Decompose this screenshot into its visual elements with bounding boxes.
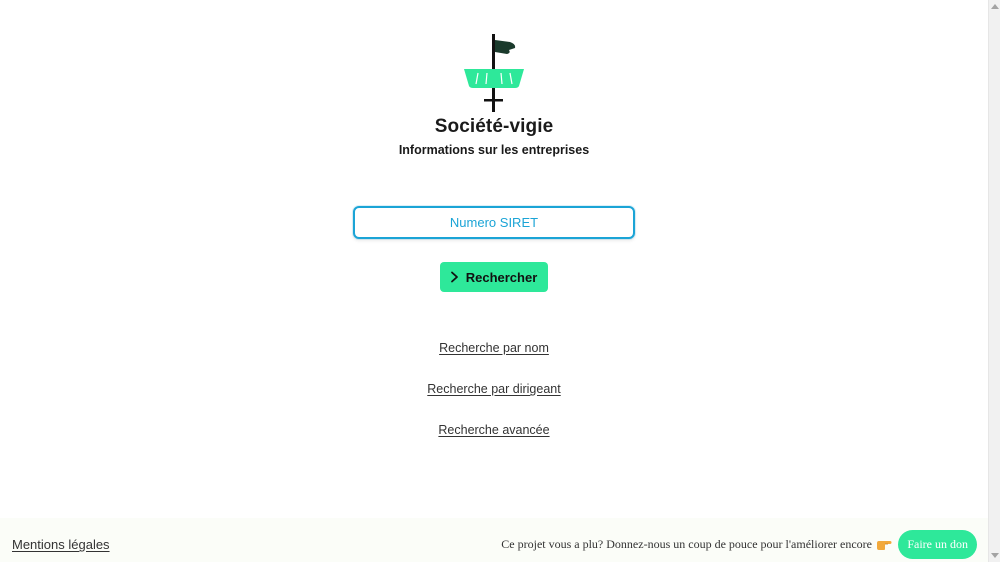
brand-title: Société-vigie (434, 116, 554, 137)
main-content: Société-vigie Informations sur les entre… (0, 0, 988, 438)
promo-text: Ce projet vous a plu? Donnez-nous un cou… (501, 537, 872, 551)
search-links: Recherche par nom Recherche par dirigean… (427, 341, 560, 438)
search-button[interactable]: Rechercher (439, 262, 549, 292)
link-search-by-name[interactable]: Recherche par nom (439, 341, 549, 356)
link-search-by-director[interactable]: Recherche par dirigeant (427, 382, 560, 397)
scroll-up-arrow-icon[interactable] (991, 4, 999, 9)
link-advanced-search[interactable]: Recherche avancée (438, 423, 549, 438)
scroll-down-arrow-icon[interactable] (991, 553, 999, 558)
siret-search-input[interactable] (353, 206, 635, 239)
vertical-scrollbar[interactable] (988, 0, 1000, 562)
search-button-label: Rechercher (465, 269, 538, 285)
donation-promo: Ce projet vous a plu? Donnez-nous un cou… (501, 537, 892, 552)
pointing-right-hand-icon (877, 540, 892, 550)
page: Société-vigie Informations sur les entre… (0, 0, 988, 562)
donate-button[interactable]: Faire un don (898, 530, 977, 559)
chevron-right-icon (450, 271, 458, 283)
brand-subtitle: Informations sur les entreprises (398, 143, 590, 157)
legal-notice-link[interactable]: Mentions légales (12, 537, 110, 552)
footer: Mentions légales Ce projet vous a plu? D… (0, 518, 988, 562)
watchtower-logo-icon (464, 34, 524, 112)
